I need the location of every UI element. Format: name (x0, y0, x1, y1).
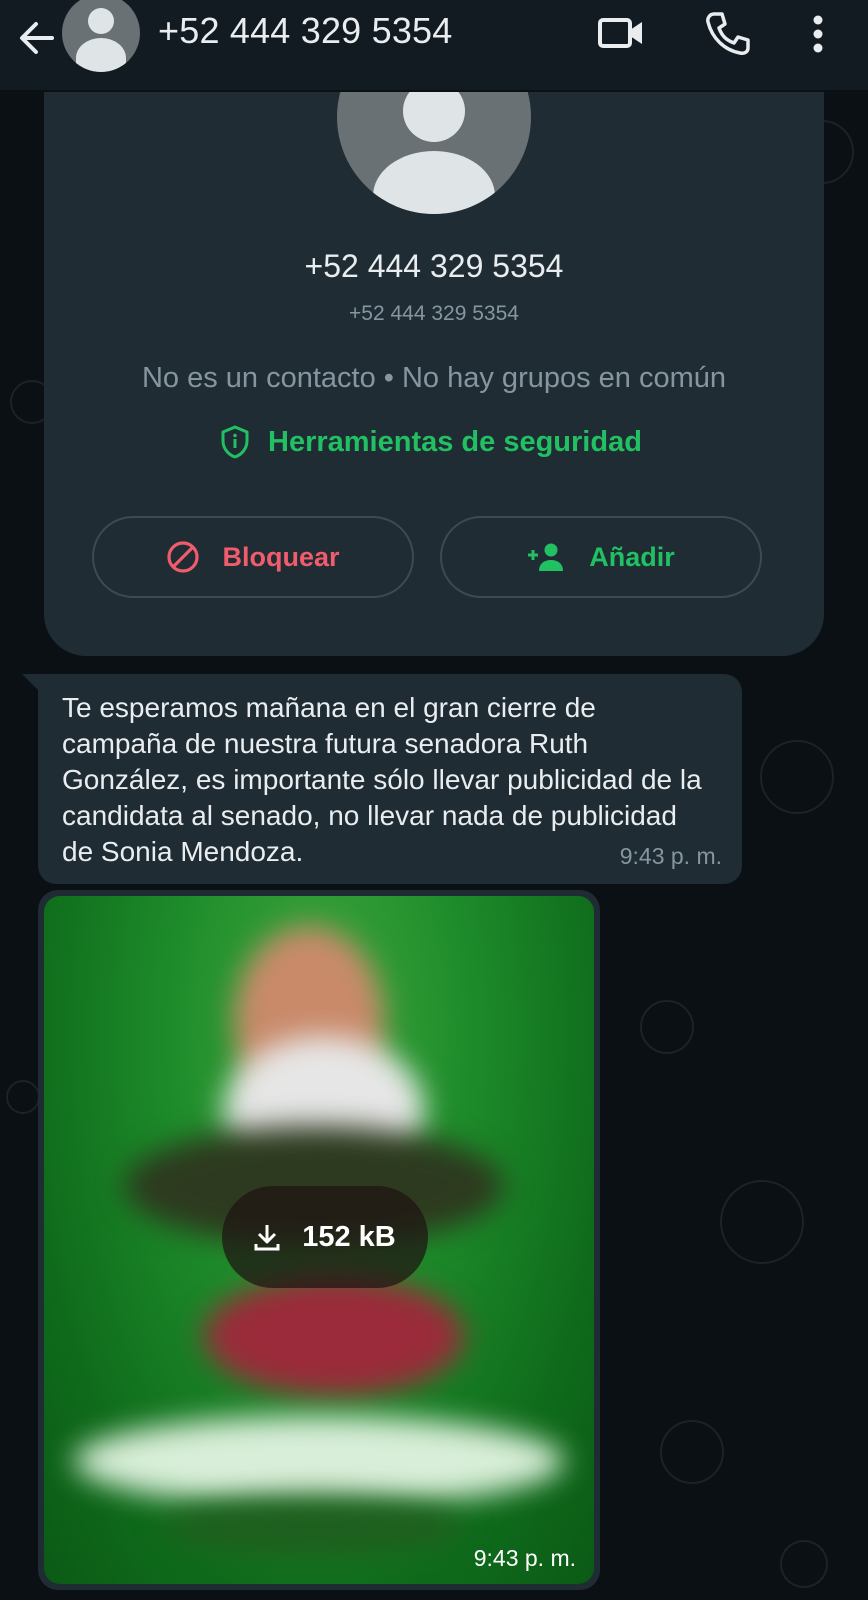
avatar (337, 92, 531, 214)
phone-icon[interactable] (704, 10, 750, 56)
avatar[interactable] (62, 0, 140, 72)
message-bubble[interactable]: Te esperamos mañana en el gran cierre de… (38, 674, 742, 884)
shield-icon (221, 425, 249, 459)
chat-header: +52 444 329 5354 (0, 0, 868, 90)
security-tools-label: Herramientas de seguridad (268, 425, 642, 458)
contact-phone: +52 444 329 5354 (349, 302, 519, 325)
contact-info-card: +52 444 329 5354 +52 444 329 5354 No es … (44, 92, 824, 656)
block-button[interactable]: Bloquear (92, 516, 414, 598)
chat-title[interactable]: +52 444 329 5354 (158, 10, 453, 52)
message-time: 9:43 p. m. (473, 1545, 576, 1571)
block-icon (167, 541, 200, 573)
message-time: 9:43 p. m. (619, 843, 722, 869)
security-tools-link[interactable]: Herramientas de seguridad (220, 422, 642, 462)
add-label: Añadir (589, 541, 675, 572)
message-text: Te esperamos mañana en el gran cierre de… (62, 692, 702, 867)
contact-status: No es un contacto • No hay grupos en com… (141, 362, 727, 394)
add-contact-button[interactable]: Añadir (440, 516, 762, 598)
back-arrow-icon[interactable] (16, 18, 56, 58)
image-preview[interactable]: 152 kB 9:43 p. m. (44, 896, 594, 1584)
download-icon (254, 1225, 280, 1251)
download-size: 152 kB (302, 1220, 396, 1253)
download-button[interactable]: 152 kB (222, 1186, 428, 1288)
add-person-icon (528, 543, 564, 571)
video-call-icon[interactable] (598, 14, 644, 52)
block-label: Bloquear (222, 541, 340, 572)
image-message-bubble[interactable]: 152 kB 9:43 p. m. (38, 890, 600, 1590)
contact-name: +52 444 329 5354 (304, 248, 564, 284)
more-vert-icon[interactable] (808, 12, 828, 56)
